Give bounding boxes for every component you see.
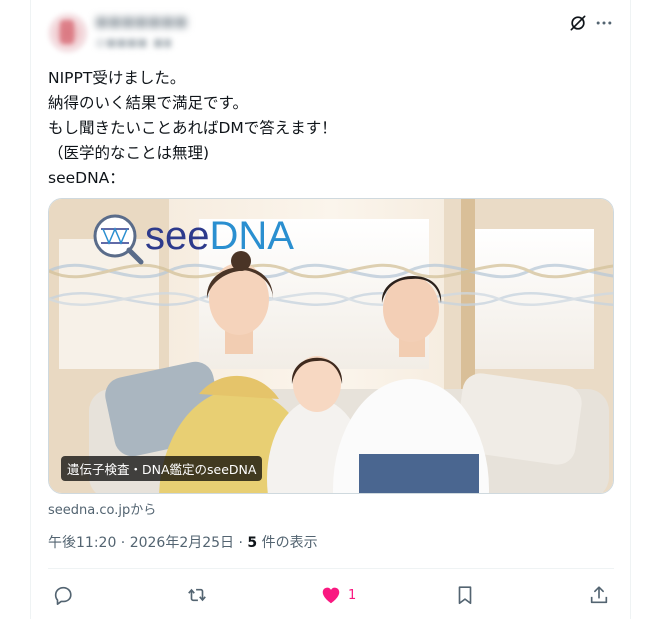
- reply-button[interactable]: [52, 580, 74, 610]
- reply-icon: [54, 586, 72, 605]
- link-preview-card[interactable]: seeDNA 遺伝子検査・DNA鑑定のseeDNA: [48, 198, 614, 494]
- divider: [48, 568, 614, 569]
- like-button[interactable]: 1: [320, 580, 356, 610]
- logo-text: seeDNA: [145, 214, 294, 258]
- post-line: もし聞きたいことあればDMで答えます！: [48, 119, 337, 137]
- post-line: （医学的なことは無理): [48, 144, 210, 162]
- views-label: 件の表示: [257, 535, 318, 551]
- author-handle[interactable]: @■■■■_■■■■: [95, 36, 171, 48]
- post-line: NIPPT受けました。: [48, 69, 186, 87]
- bookmark-icon: [458, 586, 472, 605]
- post-text: NIPPT受けました。 納得のいく結果で満足です。 もし聞きたいことあればDMで…: [48, 66, 608, 191]
- share-button[interactable]: [588, 580, 610, 610]
- timestamp[interactable]: 午後11:20 · 2026年2月25日 ·: [48, 535, 247, 551]
- views-count: 5: [247, 535, 258, 551]
- bookmark-button[interactable]: [454, 580, 476, 610]
- repost-button[interactable]: [186, 580, 208, 610]
- card-source[interactable]: seedna.co.jpから: [48, 499, 156, 518]
- like-icon: [322, 587, 340, 604]
- post-line: seeDNA：: [48, 169, 125, 187]
- card-caption: 遺伝子検査・DNA鑑定のseeDNA: [61, 456, 263, 481]
- more-icon[interactable]: [594, 13, 614, 33]
- share-icon: [590, 586, 608, 604]
- post-meta: 午後11:20 · 2026年2月25日 · 5 件の表示: [48, 532, 318, 552]
- author-name[interactable]: ■■■■■■■■: [95, 14, 187, 30]
- link-preview-image: seeDNA: [49, 199, 613, 493]
- like-count: 1: [348, 587, 357, 603]
- grok-icon[interactable]: [568, 13, 588, 33]
- avatar-figure: [60, 20, 74, 44]
- post-line: 納得のいく結果で満足です。: [48, 94, 248, 112]
- repost-icon: [188, 588, 206, 602]
